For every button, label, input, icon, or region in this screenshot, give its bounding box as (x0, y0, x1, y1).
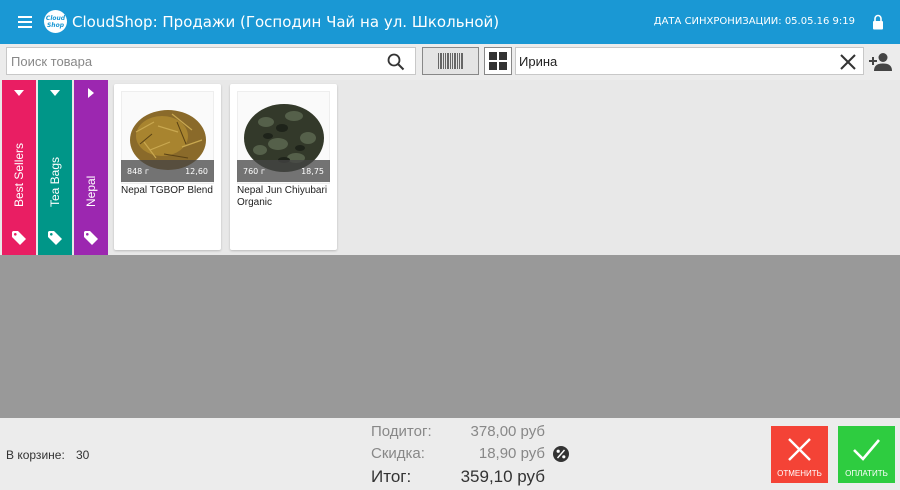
customer-field[interactable]: Ирина (515, 47, 864, 75)
close-icon (788, 438, 811, 461)
category-label: Tea Bags (48, 156, 62, 207)
catalog-area: Best Sellers Tea Bags Nepal 848 г 12,60 … (0, 80, 900, 255)
product-weight: 760 г (243, 167, 266, 176)
cancel-button[interactable]: ОТМЕНИТЬ (771, 426, 828, 483)
cloudshop-logo: Cloud Shop (44, 10, 67, 33)
cancel-label: ОТМЕНИТЬ (777, 469, 822, 478)
product-card-nepal-tgbop-blend[interactable]: 848 г 12,60 Nepal TGBOP Blend (114, 84, 221, 250)
product-price: 18,75 (301, 167, 324, 176)
category-tab-best-sellers[interactable]: Best Sellers (2, 80, 36, 255)
category-label: Best Sellers (12, 142, 26, 207)
grid-icon (489, 52, 507, 70)
product-name: Nepal Jun Chiyubari Organic (237, 185, 328, 208)
sync-date: ДАТА СИНХРОНИЗАЦИИ: 05.05.16 9:19 (653, 16, 855, 27)
barcode-icon (438, 53, 463, 69)
subtotal-value: 378,00 руб (470, 423, 545, 440)
cart-area (0, 255, 900, 418)
discount-value: 18,90 руб (478, 445, 545, 462)
checkmark-icon (853, 439, 880, 461)
category-label: Nepal (84, 175, 98, 207)
cart-count-value: 30 (76, 448, 90, 462)
search-icon[interactable] (387, 53, 405, 71)
pay-button[interactable]: ОПЛАТИТЬ (838, 426, 895, 483)
product-weight: 848 г (127, 167, 150, 176)
total-value: 359,10 руб (460, 467, 545, 486)
discount-label: Скидка: (371, 445, 425, 462)
lock-icon[interactable] (872, 14, 884, 30)
checkout-footer: В корзине: 30 Подитог: 378,00 руб Скидка… (0, 418, 900, 490)
close-icon[interactable] (839, 53, 857, 71)
search-input[interactable] (7, 48, 377, 74)
chevron-down-icon (14, 90, 24, 96)
category-tab-tea-bags[interactable]: Tea Bags (38, 80, 72, 255)
cart-count-label: В корзине: (6, 448, 65, 462)
add-person-icon[interactable] (868, 52, 894, 72)
total-label: Итог: (371, 467, 412, 486)
pay-label: ОПЛАТИТЬ (845, 469, 888, 478)
chevron-down-icon (50, 90, 60, 96)
search-box (6, 47, 416, 75)
toolbar: Ирина (0, 44, 900, 80)
discount-icon[interactable] (553, 446, 569, 462)
menu-icon[interactable] (18, 16, 32, 28)
top-bar: Cloud Shop CloudShop: Продажи (Господин Ч… (0, 0, 900, 44)
product-card-nepal-jun-chiyubari[interactable]: 760 г 18,75 Nepal Jun Chiyubari Organic (230, 84, 337, 250)
tag-icon (48, 231, 62, 245)
customer-name: Ирина (519, 54, 558, 69)
product-name: Nepal TGBOP Blend (121, 185, 213, 196)
tag-icon (84, 231, 98, 245)
category-tab-nepal[interactable]: Nepal (74, 80, 108, 255)
subtotal-label: Подитог: (371, 423, 432, 440)
tag-icon (12, 231, 26, 245)
page-title: CloudShop: Продажи (Господин Чай на ул. … (72, 13, 500, 31)
grid-view-button[interactable] (484, 47, 512, 75)
chevron-right-icon (88, 88, 94, 98)
product-price: 12,60 (185, 167, 208, 176)
barcode-scan-button[interactable] (422, 47, 479, 75)
